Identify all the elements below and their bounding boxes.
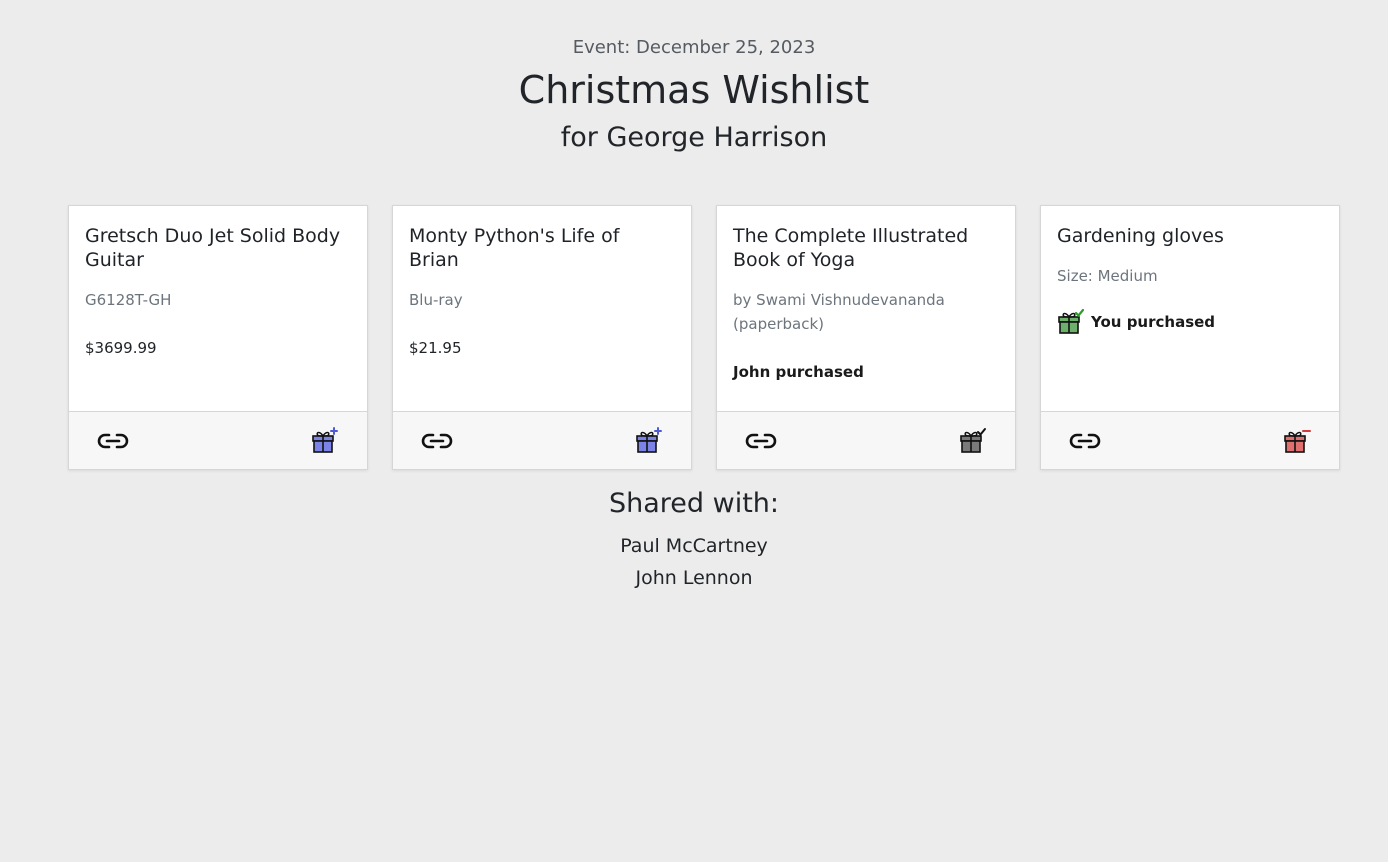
purchased-gift-button[interactable] <box>959 427 987 455</box>
item-subtitle: by Swami Vishnudevananda (paperback) <box>733 291 945 333</box>
link-icon <box>1069 433 1101 448</box>
gift-add-icon <box>636 426 662 453</box>
item-title: Gardening gloves <box>1057 225 1224 247</box>
item-title: Monty Python's Life of Brian <box>409 225 620 271</box>
purchase-status-row: You purchased <box>1057 308 1323 336</box>
purchase-status: John purchased <box>733 363 864 381</box>
link-button[interactable] <box>745 431 777 451</box>
card-footer <box>1041 411 1339 469</box>
wishlist-card: Monty Python's Life of Brian Blu-ray $21… <box>392 205 692 470</box>
add-gift-button[interactable] <box>635 426 663 455</box>
shared-with-title: Shared with: <box>608 488 779 519</box>
link-button[interactable] <box>97 431 129 451</box>
link-icon <box>745 433 777 448</box>
card-footer <box>717 411 1015 469</box>
purchase-status: You purchased <box>1091 313 1216 331</box>
gift-purchased-check-icon <box>1058 308 1085 334</box>
shared-with-section: Shared with: Paul McCartney John Lennon <box>0 484 1388 594</box>
gift-remove-icon <box>1284 429 1311 453</box>
gift-purchased-icon <box>960 427 986 453</box>
card-footer <box>393 411 691 469</box>
wishlist-card: The Complete Illustrated Book of Yoga by… <box>716 205 1016 470</box>
gift-add-icon <box>312 426 338 453</box>
card-footer <box>69 411 367 469</box>
card-body: Monty Python's Life of Brian Blu-ray $21… <box>393 206 691 411</box>
item-title: Gretsch Duo Jet Solid Body Guitar <box>85 225 341 271</box>
wishlist-card: Gardening gloves Size: Medium You purcha… <box>1040 205 1340 470</box>
link-button[interactable] <box>421 431 453 451</box>
remove-gift-button[interactable] <box>1283 427 1311 455</box>
page-title: Christmas Wishlist <box>518 68 870 112</box>
event-date: Event: December 25, 2023 <box>572 37 816 58</box>
wishlist-items: Gretsch Duo Jet Solid Body Guitar G6128T… <box>68 205 1340 470</box>
item-subtitle: Size: Medium <box>1057 267 1158 285</box>
item-price: $3699.99 <box>85 339 157 357</box>
item-title: The Complete Illustrated Book of Yoga <box>733 225 969 271</box>
shared-with-list: Paul McCartney John Lennon <box>0 530 1388 594</box>
card-body: The Complete Illustrated Book of Yoga by… <box>717 206 1015 411</box>
page-subtitle: for George Harrison <box>560 122 828 153</box>
card-body: Gretsch Duo Jet Solid Body Guitar G6128T… <box>69 206 367 411</box>
page-header: Event: December 25, 2023 Christmas Wishl… <box>0 0 1388 158</box>
wishlist-card: Gretsch Duo Jet Solid Body Guitar G6128T… <box>68 205 368 470</box>
add-gift-button[interactable] <box>311 426 339 455</box>
link-icon <box>421 433 453 448</box>
item-subtitle: Blu-ray <box>409 291 463 309</box>
shared-person: John Lennon <box>635 567 753 589</box>
link-button[interactable] <box>1069 431 1101 451</box>
item-price: $21.95 <box>409 339 462 357</box>
item-subtitle: G6128T-GH <box>85 291 172 309</box>
card-body: Gardening gloves Size: Medium You purcha… <box>1041 206 1339 411</box>
link-icon <box>97 433 129 448</box>
shared-person: Paul McCartney <box>620 535 768 557</box>
